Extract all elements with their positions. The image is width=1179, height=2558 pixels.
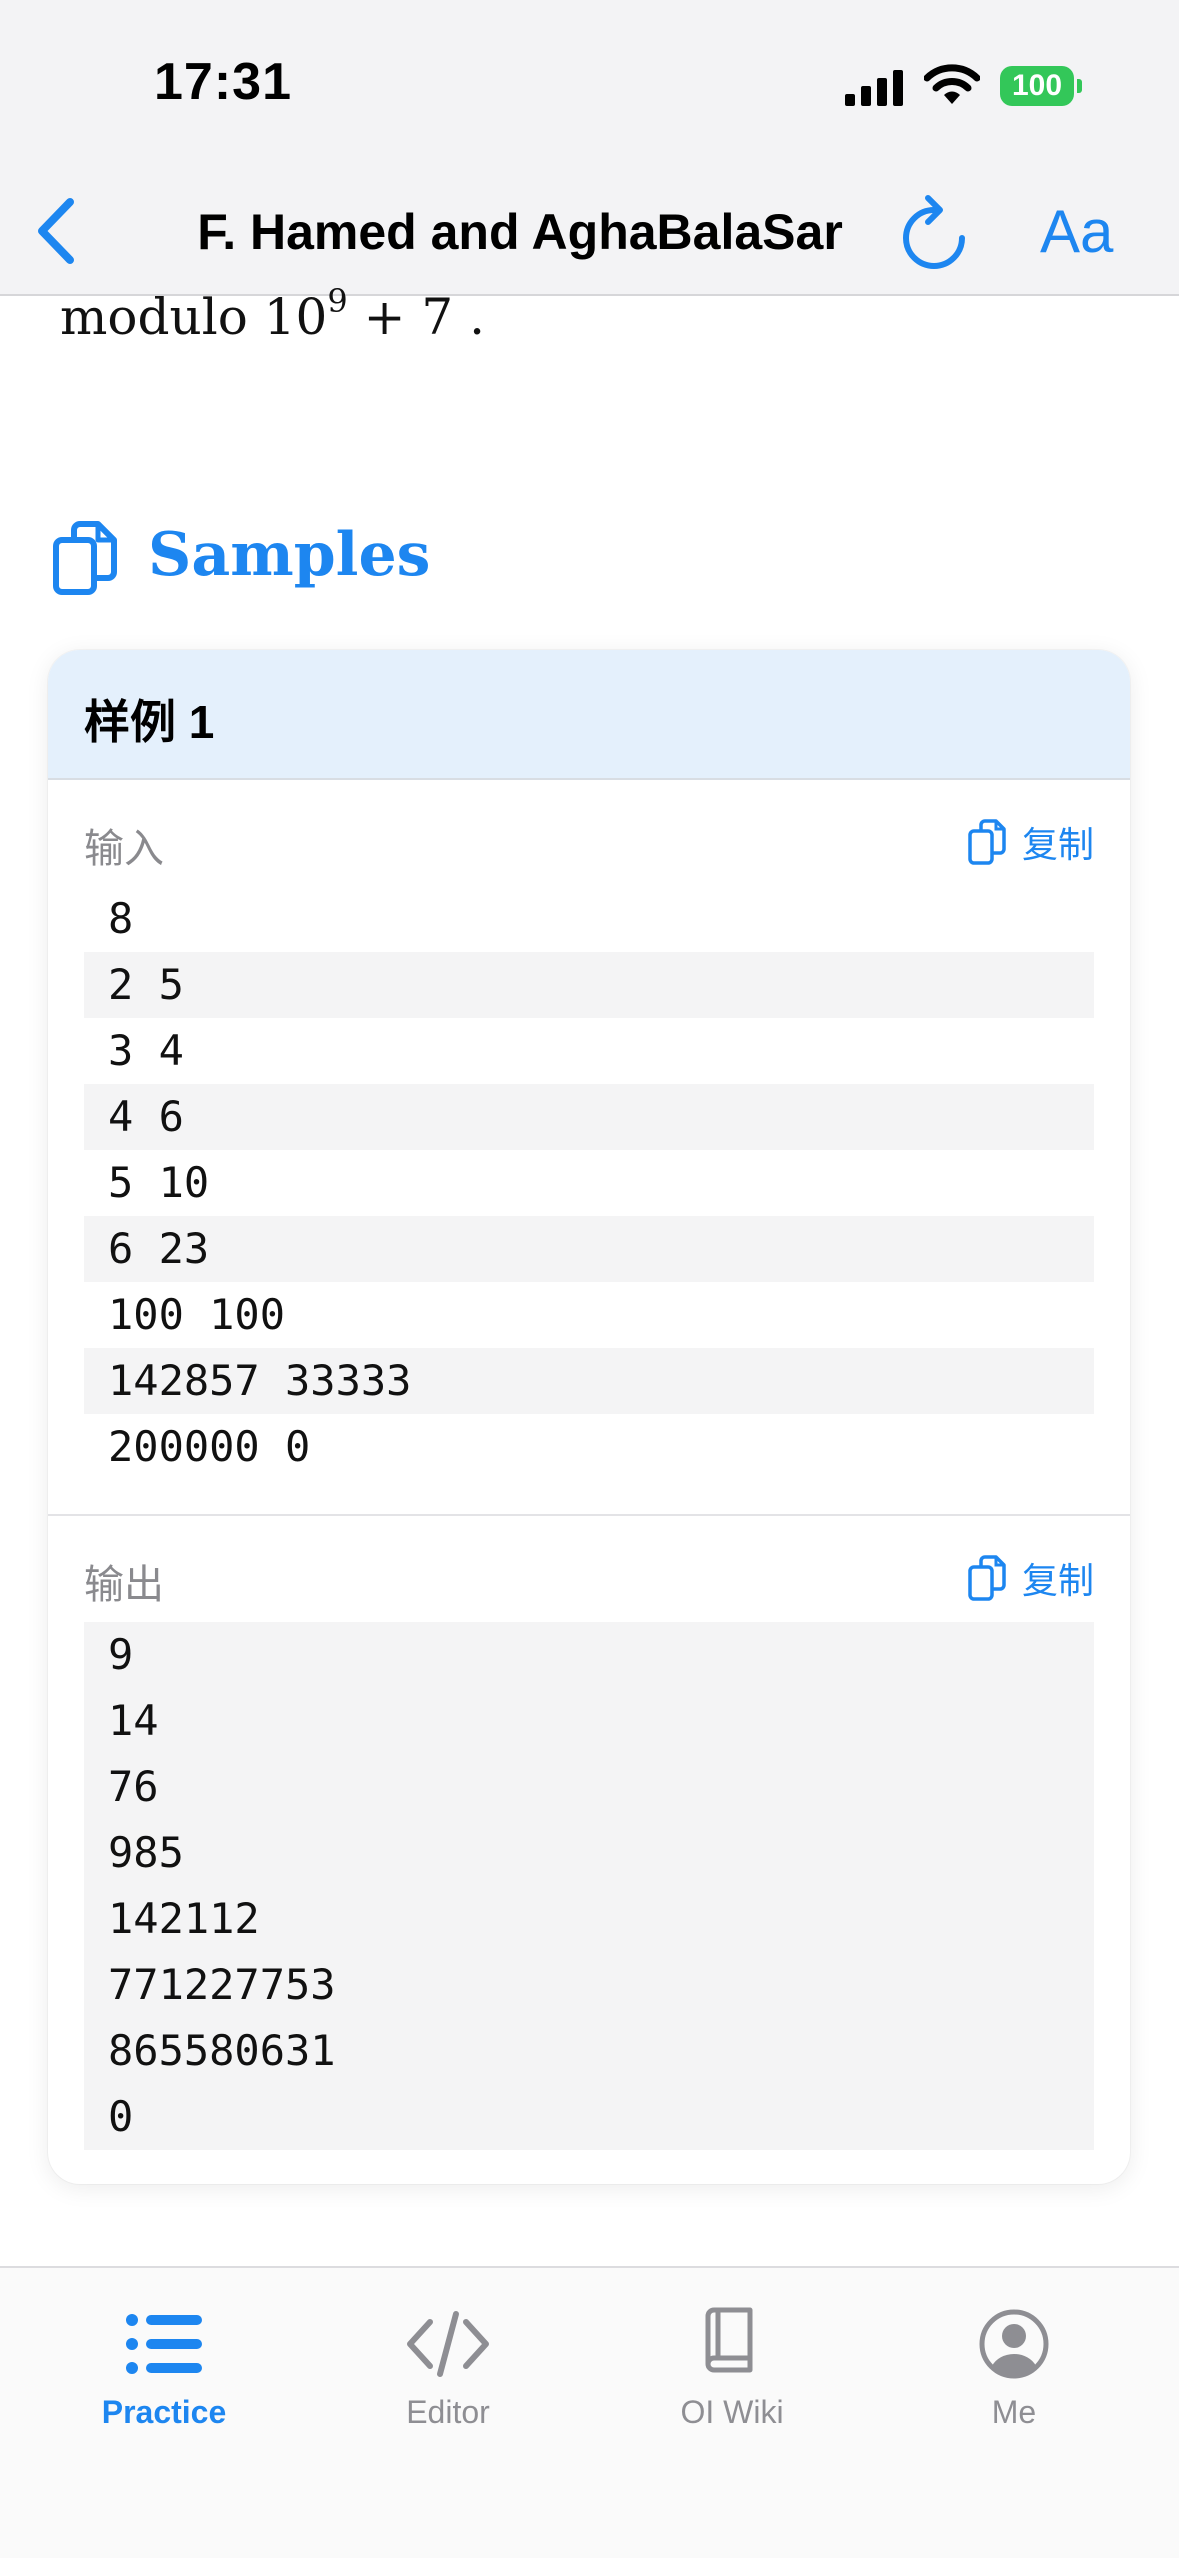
code-line: 6 23 <box>84 1216 1094 1282</box>
copy-document-icon <box>53 521 117 595</box>
code-line: 5 10 <box>108 1158 210 1207</box>
code-line: 3 4 <box>108 1026 184 1075</box>
code-line: 200000 0 <box>108 1422 311 1471</box>
code-line: 100 100 <box>108 1290 286 1339</box>
modulo-exponent: 9 <box>327 282 348 320</box>
wifi-icon <box>924 64 980 104</box>
code-line: 76 <box>108 1762 159 1811</box>
battery-tip <box>1077 79 1082 93</box>
code-line: 142112 <box>108 1894 260 1943</box>
tab-label: Practice <box>101 2394 227 2430</box>
list-icon <box>126 2314 202 2374</box>
code-icon <box>407 2311 489 2377</box>
chevron-left-icon[interactable] <box>24 194 88 268</box>
copy-output-button[interactable]: 复制 <box>968 1550 1094 1606</box>
sample-input: 8 2 5 3 4 4 6 5 10 6 23 100 100 142857 33333 200… <box>84 886 1094 1480</box>
sample-title: 样例 1 <box>84 696 215 748</box>
modulo-rest: + 7 . <box>347 288 485 346</box>
copy-input-button[interactable]: 复制 <box>968 814 1094 870</box>
section-divider <box>48 1514 1130 1516</box>
samples-title: Samples <box>148 520 431 590</box>
code-line: 8 <box>108 894 134 943</box>
sample-card: 样例 1 输入 复制 8 2 5 3 4 4 6 5 10 6 23 100 100 1428… <box>48 650 1130 2184</box>
code-line: 4 6 <box>84 1084 1094 1150</box>
copy-icon <box>968 1555 1006 1601</box>
code-line: 9 <box>108 1630 134 1679</box>
code-line: 985 <box>108 1828 184 1877</box>
tab-editor[interactable]: Editor <box>328 2306 568 2456</box>
code-line: 0 <box>108 2092 134 2141</box>
cellular-signal-icon <box>845 70 903 106</box>
font-size-button[interactable]: Aa <box>1040 190 1113 274</box>
input-label: 输入 <box>84 827 164 871</box>
navigation-bar: F. Hamed and AghaBalaSar Aa <box>0 170 1179 296</box>
refresh-icon[interactable] <box>900 192 972 272</box>
modulo-text: modulo 10 <box>60 288 328 346</box>
statement-text: modulo 109 + 7 . <box>60 282 485 346</box>
copy-label: 复制 <box>1021 824 1094 865</box>
copy-label: 复制 <box>1021 1560 1094 1601</box>
code-line: 142857 33333 <box>84 1348 1094 1414</box>
copy-icon <box>968 819 1006 865</box>
sample-output: 9 14 76 985 142112 771227753 865580631 0 <box>84 1622 1094 2150</box>
page-title: F. Hamed and AghaBalaSar <box>197 204 843 260</box>
code-line: 771227753 <box>108 1960 336 2009</box>
tab-oi-wiki[interactable]: OI Wiki <box>612 2306 852 2456</box>
code-line: 14 <box>108 1696 159 1745</box>
tab-label: OI Wiki <box>680 2394 784 2430</box>
status-time: 17:31 <box>154 53 292 111</box>
tab-practice[interactable]: Practice <box>44 2306 284 2456</box>
code-line: 2 5 <box>84 952 1094 1018</box>
output-label: 输出 <box>84 1563 164 1607</box>
sample-header: 样例 1 <box>48 650 1130 780</box>
person-circle-icon <box>979 2309 1049 2379</box>
tab-me[interactable]: Me <box>894 2306 1134 2456</box>
status-bar: 17:31 100 <box>0 0 1179 170</box>
tab-label: Me <box>991 2394 1037 2430</box>
book-icon <box>705 2307 753 2373</box>
code-line: 865580631 <box>108 2026 336 2075</box>
tab-bar: Practice Editor OI Wiki Me <box>0 2266 1179 2558</box>
tab-label: Editor <box>406 2394 490 2430</box>
battery-indicator: 100 <box>1000 66 1074 106</box>
